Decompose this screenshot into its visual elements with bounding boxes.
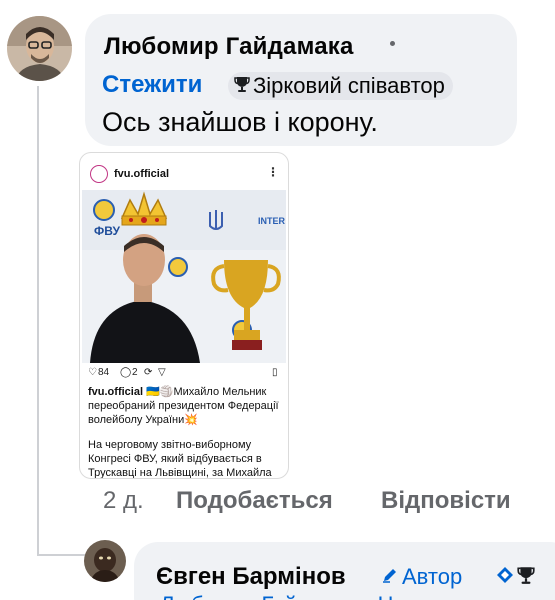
reply-badges bbox=[495, 565, 535, 590]
sponsor-banner-text: INTER bbox=[258, 216, 286, 226]
comment-timestamp[interactable]: 2 д. bbox=[103, 487, 144, 515]
fvu-logo-text: ФВУ bbox=[94, 224, 120, 238]
post-caption: fvu.official 🇺🇦🏐Михайло Мельник переобра… bbox=[88, 385, 282, 427]
send-icon: ▽ bbox=[158, 367, 166, 378]
instagram-header: fvu.official ⋮ bbox=[80, 153, 288, 189]
instagram-avatar bbox=[90, 165, 108, 183]
pencil-icon bbox=[381, 564, 399, 590]
comment-author-name[interactable]: Любомир Гайдамака bbox=[104, 33, 354, 61]
post-caption-more: На черговому звітно-виборному Конгресі Ф… bbox=[88, 439, 272, 479]
reply-button[interactable]: Відповісти bbox=[381, 487, 511, 515]
reply-author-name[interactable]: Євген Бармінов bbox=[156, 563, 346, 591]
post-photo: ФВУ INTER bbox=[82, 190, 286, 363]
bookmark-icon: ▯ bbox=[272, 367, 278, 378]
more-icon: ⋮ bbox=[267, 165, 279, 179]
comment-icon: ◯ bbox=[120, 367, 132, 378]
repost-icon: ⟳ bbox=[144, 367, 153, 378]
thread-line-branch bbox=[37, 554, 87, 556]
separator-dot bbox=[390, 41, 395, 46]
instagram-username: fvu.official bbox=[114, 168, 170, 180]
caption-username: fvu.official bbox=[88, 386, 144, 398]
follow-button[interactable]: Стежити bbox=[102, 71, 202, 99]
reply-text-peek: Любомир Гайдамака Це... bbox=[160, 592, 424, 600]
reply-avatar[interactable] bbox=[84, 540, 126, 582]
badge-label: Зірковий співавтор bbox=[253, 73, 445, 98]
heart-icon: ♡ bbox=[88, 367, 97, 378]
author-badge-label: Автор bbox=[402, 564, 463, 589]
author-badge[interactable]: Автор bbox=[381, 564, 462, 590]
top-contributor-badge[interactable]: Зірковий співавтор bbox=[228, 72, 453, 100]
instagram-actions: ♡ 84 ◯ 2 ⟳ ▽ ▯ bbox=[88, 367, 282, 383]
like-button[interactable]: Подобається bbox=[176, 487, 333, 515]
trophy-icon bbox=[234, 75, 250, 98]
thread-line-vertical bbox=[37, 86, 39, 556]
diamond-icon bbox=[495, 565, 515, 590]
avatar[interactable] bbox=[7, 16, 72, 81]
likes-count: 84 bbox=[98, 367, 110, 378]
comment-text: Ось знайшов і корону. bbox=[102, 107, 378, 137]
trophy-icon bbox=[517, 565, 535, 590]
comments-count: 2 bbox=[132, 367, 138, 378]
attached-image[interactable]: fvu.official ⋮ ФВУ INTER ♡ 84 ◯ 2 ⟳ ▽ ▯ … bbox=[79, 152, 289, 479]
